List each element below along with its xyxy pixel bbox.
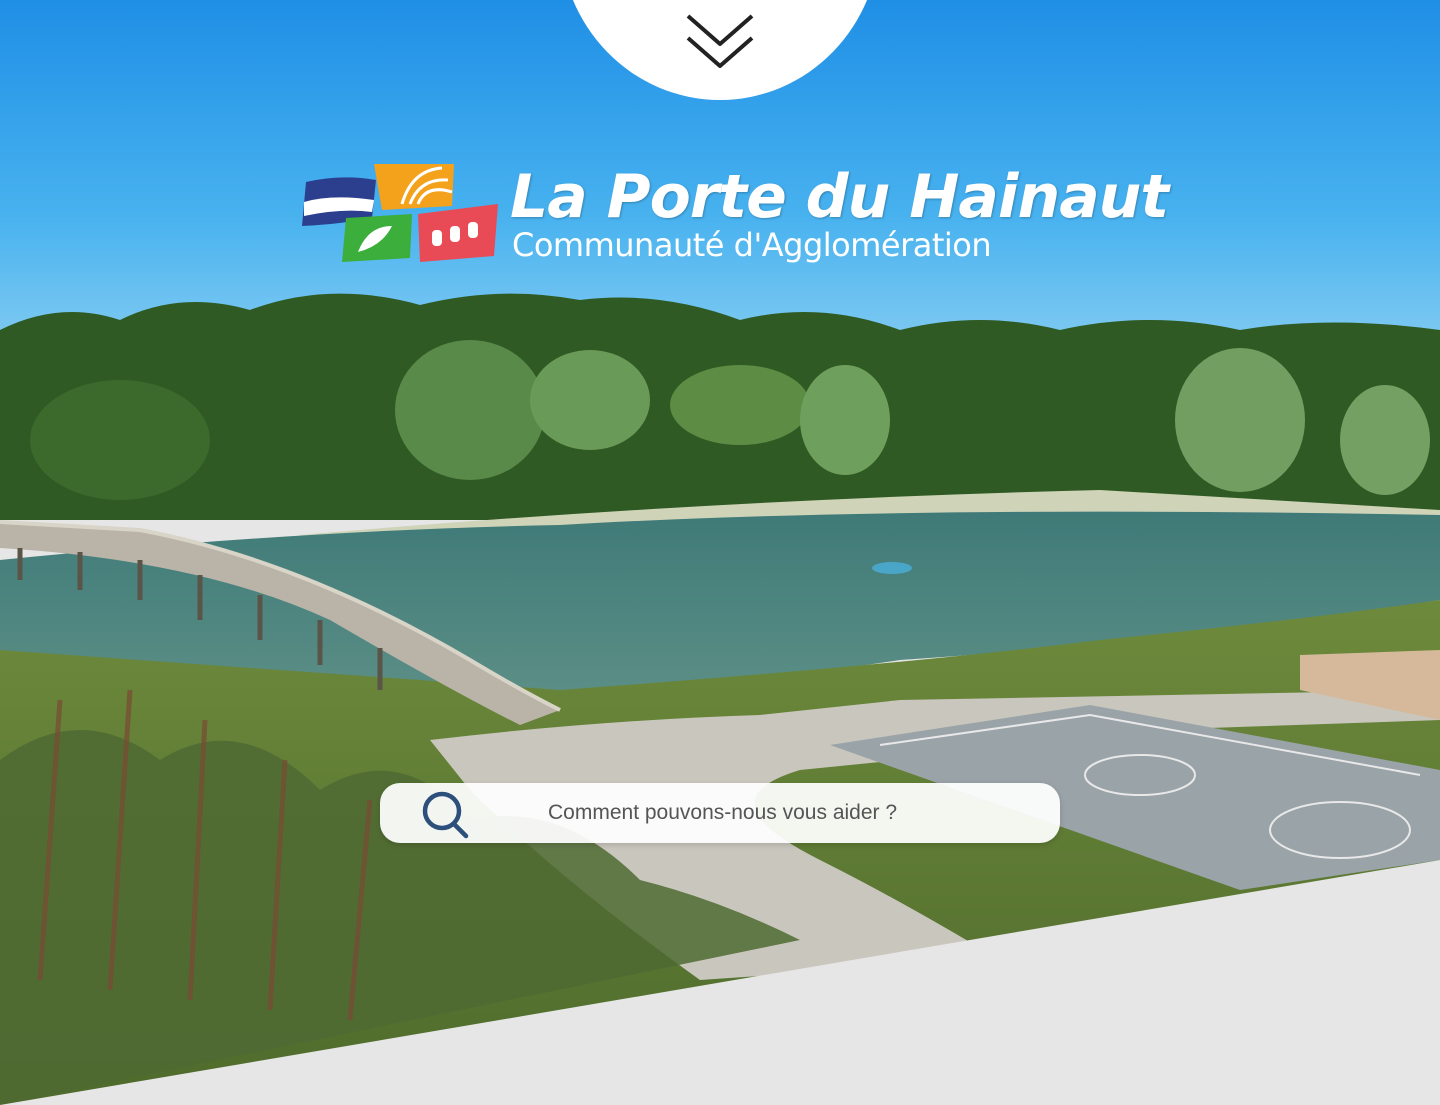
search-bar [380,783,1060,843]
brand-title: La Porte du Hainaut [510,162,1169,232]
magnifier-icon[interactable] [420,791,472,839]
double-chevron-down-icon[interactable] [684,10,756,74]
search-input[interactable] [510,783,1030,843]
site-logo[interactable]: La Porte du Hainaut Communauté d'Agglomé… [302,160,1169,270]
brand-subtitle: Communauté d'Agglomération [512,226,992,264]
hero-banner: La Porte du Hainaut Communauté d'Agglomé… [0,0,1440,1105]
logo-emblem-icon [302,164,498,262]
